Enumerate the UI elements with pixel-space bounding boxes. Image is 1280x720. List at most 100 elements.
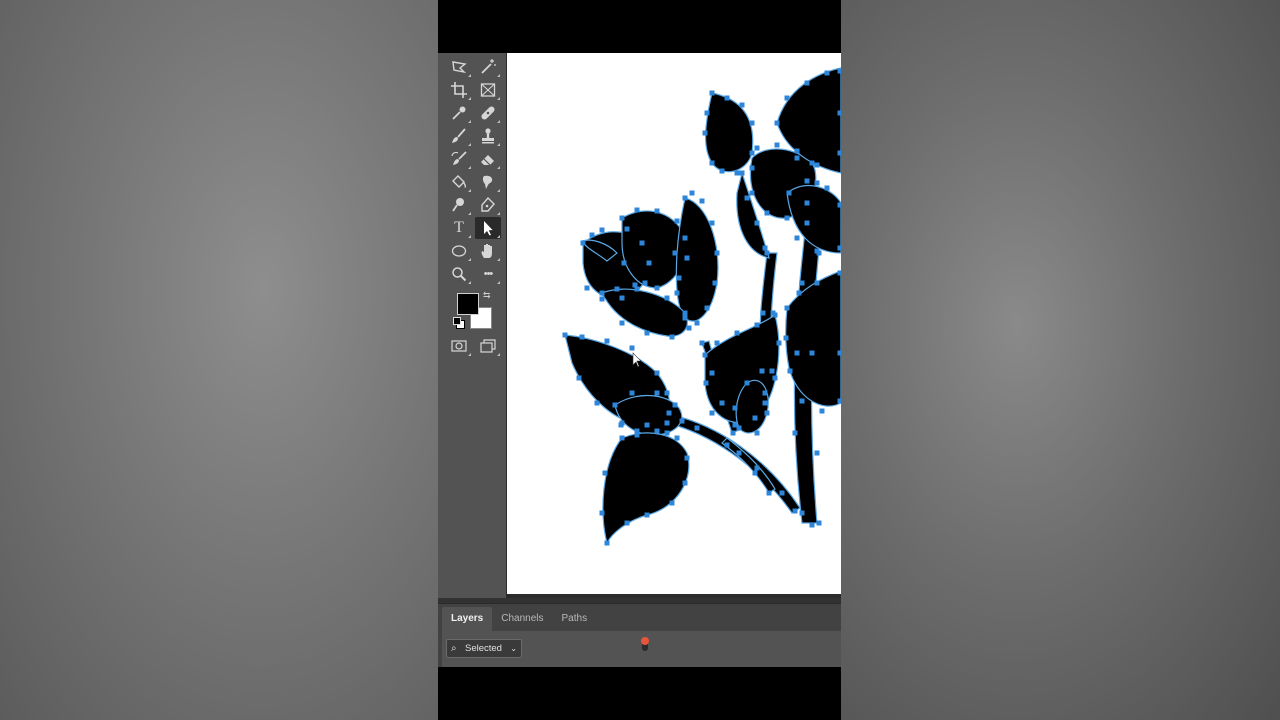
swap-colors-icon[interactable]: ⇆	[483, 290, 491, 301]
anchor-point[interactable]	[744, 380, 750, 386]
anchor-point[interactable]	[837, 150, 842, 156]
anchor-point[interactable]	[714, 340, 720, 346]
anchor-point[interactable]	[684, 455, 690, 461]
anchor-point[interactable]	[749, 120, 755, 126]
anchor-point[interactable]	[784, 305, 790, 311]
anchor-point[interactable]	[794, 350, 800, 356]
anchor-point[interactable]	[764, 250, 770, 256]
anchor-point[interactable]	[654, 285, 660, 291]
filter-toggle[interactable]	[641, 637, 649, 651]
anchor-point[interactable]	[754, 430, 760, 436]
anchor-point[interactable]	[804, 80, 810, 86]
foreground-color-swatch[interactable]	[457, 293, 479, 315]
anchor-point[interactable]	[580, 240, 586, 246]
anchor-point[interactable]	[634, 207, 640, 213]
clone-stamp-tool[interactable]	[475, 125, 501, 147]
quick-mask-button[interactable]	[446, 335, 472, 357]
anchor-point[interactable]	[766, 490, 772, 496]
anchor-point[interactable]	[837, 270, 842, 276]
history-brush-tool[interactable]	[446, 148, 472, 170]
anchor-point[interactable]	[824, 185, 830, 191]
type-tool[interactable]: T	[446, 217, 472, 239]
screen-mode-button[interactable]	[475, 335, 501, 357]
anchor-point[interactable]	[599, 290, 605, 296]
anchor-point[interactable]	[629, 345, 635, 351]
eyedropper-tool[interactable]	[446, 102, 472, 124]
anchor-point[interactable]	[804, 178, 810, 184]
anchor-point[interactable]	[764, 210, 770, 216]
anchor-point[interactable]	[674, 218, 680, 224]
anchor-point[interactable]	[664, 390, 670, 396]
anchor-point[interactable]	[809, 160, 815, 166]
frame-tool[interactable]	[475, 79, 501, 101]
crop-tool[interactable]	[446, 79, 472, 101]
anchor-point[interactable]	[682, 480, 688, 486]
anchor-point[interactable]	[672, 250, 678, 256]
anchor-point[interactable]	[760, 310, 766, 316]
anchor-point[interactable]	[644, 330, 650, 336]
anchor-point[interactable]	[669, 500, 675, 506]
anchor-point[interactable]	[759, 368, 765, 374]
anchor-point[interactable]	[599, 296, 605, 302]
anchor-point[interactable]	[624, 520, 630, 526]
anchor-point[interactable]	[784, 215, 790, 221]
anchor-point[interactable]	[779, 490, 785, 496]
anchor-point[interactable]	[816, 250, 822, 256]
anchor-point[interactable]	[709, 370, 715, 376]
anchor-point[interactable]	[618, 422, 624, 428]
anchor-point[interactable]	[686, 325, 692, 331]
anchor-point[interactable]	[719, 400, 725, 406]
anchor-point[interactable]	[619, 435, 625, 441]
anchor-point[interactable]	[624, 226, 630, 232]
anchor-point[interactable]	[732, 405, 738, 411]
anchor-point[interactable]	[614, 286, 620, 292]
anchor-point[interactable]	[814, 162, 820, 168]
anchor-point[interactable]	[762, 400, 768, 406]
anchor-point[interactable]	[804, 220, 810, 226]
smudge-tool[interactable]	[475, 171, 501, 193]
anchor-point[interactable]	[787, 368, 793, 374]
anchor-point[interactable]	[619, 215, 625, 221]
anchor-point[interactable]	[762, 245, 768, 251]
eraser-tool[interactable]	[475, 148, 501, 170]
anchor-point[interactable]	[629, 390, 635, 396]
anchor-point[interactable]	[786, 190, 792, 196]
anchor-point[interactable]	[776, 340, 782, 346]
anchor-point[interactable]	[819, 408, 825, 414]
anchor-point[interactable]	[792, 430, 798, 436]
anchor-point[interactable]	[709, 220, 715, 226]
layer-filter-dropdown[interactable]: ⌕ Selected ⌄	[446, 639, 522, 658]
anchor-point[interactable]	[709, 160, 715, 166]
anchor-point[interactable]	[709, 90, 715, 96]
tab-channels[interactable]: Channels	[492, 607, 552, 631]
anchor-point[interactable]	[682, 310, 688, 316]
anchor-point[interactable]	[792, 508, 798, 514]
anchor-point[interactable]	[682, 195, 688, 201]
anchor-point[interactable]	[796, 290, 802, 296]
anchor-point[interactable]	[724, 95, 730, 101]
anchor-point[interactable]	[664, 420, 670, 426]
anchor-point[interactable]	[809, 350, 815, 356]
anchor-point[interactable]	[809, 522, 815, 528]
anchor-point[interactable]	[784, 95, 790, 101]
anchor-point[interactable]	[644, 512, 650, 518]
anchor-point[interactable]	[562, 332, 568, 338]
anchor-point[interactable]	[774, 142, 780, 148]
anchor-point[interactable]	[816, 520, 822, 526]
ellipse-tool[interactable]	[446, 240, 472, 262]
anchor-point[interactable]	[824, 70, 830, 76]
anchor-point[interactable]	[734, 330, 740, 336]
anchor-point[interactable]	[704, 305, 710, 311]
anchor-point[interactable]	[837, 350, 842, 356]
anchor-point[interactable]	[754, 322, 760, 328]
anchor-point[interactable]	[699, 198, 705, 204]
anchor-point[interactable]	[644, 422, 650, 428]
tab-layers[interactable]: Layers	[442, 607, 493, 631]
anchor-point[interactable]	[594, 400, 600, 406]
anchor-point[interactable]	[672, 402, 678, 408]
anchor-point[interactable]	[602, 470, 608, 476]
anchor-point[interactable]	[814, 450, 820, 456]
anchor-point[interactable]	[619, 295, 625, 301]
anchor-point[interactable]	[702, 352, 708, 358]
anchor-point[interactable]	[682, 235, 688, 241]
